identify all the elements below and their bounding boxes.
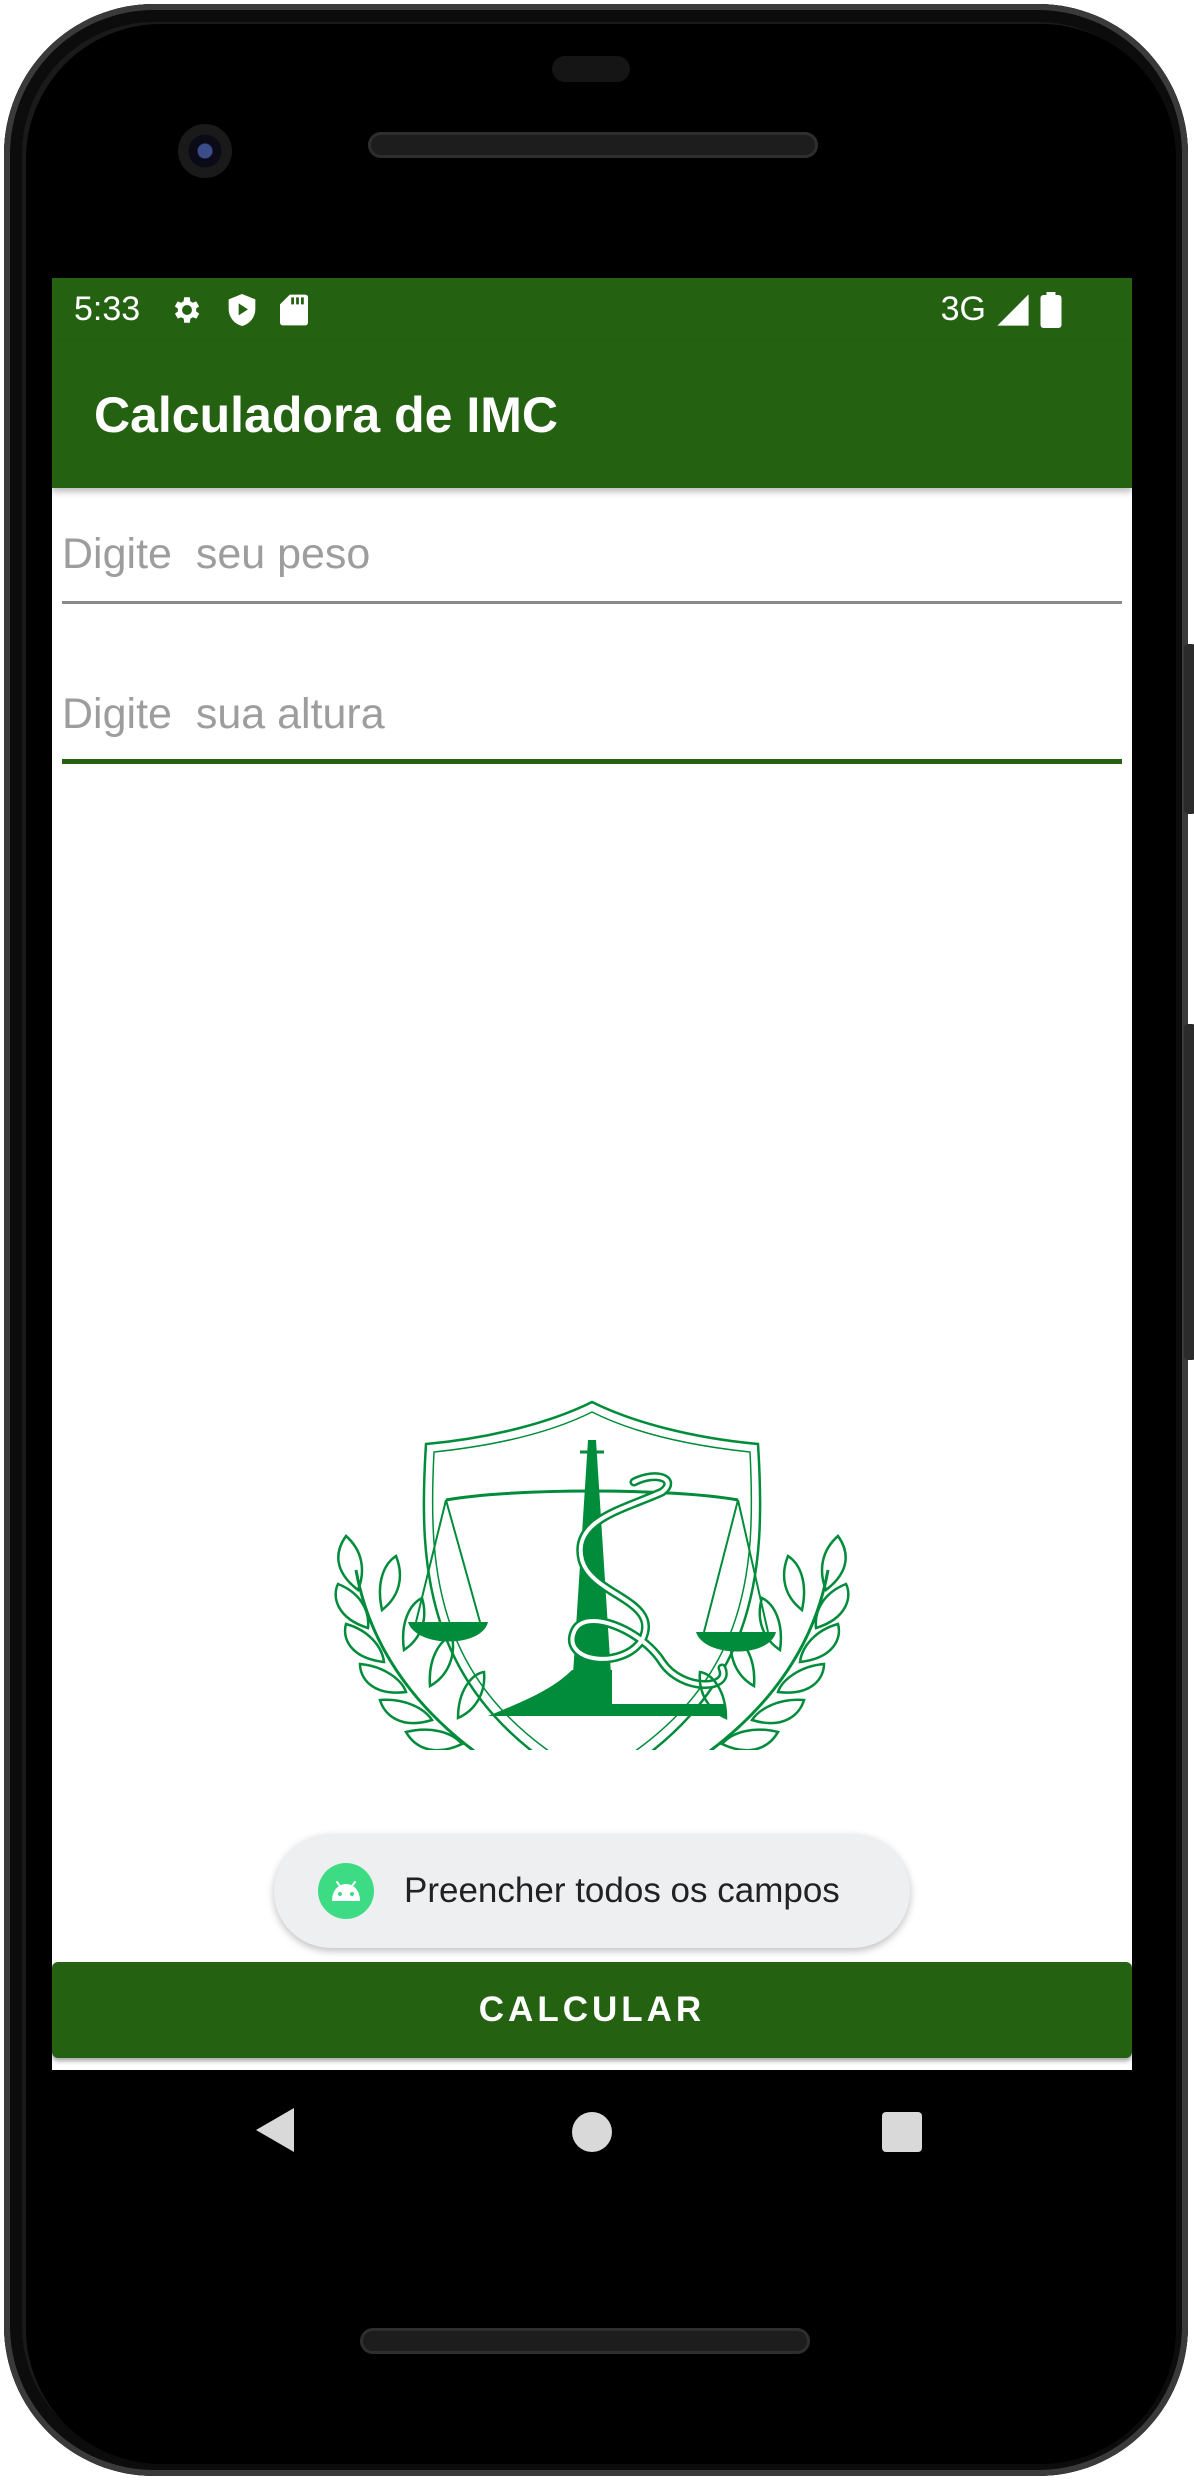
toast: Preencher todos os campos: [274, 1834, 910, 1948]
signal-icon: [997, 293, 1029, 326]
phone-frame: 5:33 3G Calculadora de IMC Digite seu pe…: [0, 0, 1194, 2480]
back-icon[interactable]: [254, 2106, 296, 2154]
front-camera: [178, 124, 232, 178]
battery-icon: [1040, 291, 1062, 328]
height-input-underline: [62, 759, 1122, 764]
weight-input[interactable]: [62, 514, 1122, 594]
volume-button: [1184, 1024, 1194, 1360]
app-bar: Calculadora de IMC: [52, 342, 1132, 488]
calculate-button[interactable]: CALCULAR: [52, 1962, 1132, 2058]
sd-card-icon: [280, 294, 308, 326]
base: [488, 1670, 612, 1716]
status-time: 5:33: [74, 290, 141, 328]
right-pan-strings: [703, 1499, 769, 1633]
proximity-sensor: [552, 56, 630, 82]
medicine-law-emblem: [322, 1400, 862, 1750]
left-laurel-leaves: [334, 1534, 486, 1750]
settings-icon: [174, 297, 200, 323]
height-input[interactable]: [62, 674, 1122, 754]
toast-message: Preencher todos os campos: [404, 1871, 840, 1910]
home-icon[interactable]: [572, 2112, 612, 2152]
emblem-graphic: [334, 1400, 850, 1750]
power-button: [1184, 644, 1194, 814]
navigation-bar: [52, 2070, 1132, 2200]
shield-play-icon: [228, 294, 256, 326]
recents-icon[interactable]: [882, 2112, 922, 2152]
status-bar: 5:33 3G: [52, 278, 1132, 342]
network-type: 3G: [940, 290, 986, 328]
status-notification-icons: [170, 292, 308, 328]
earpiece-speaker: [368, 132, 818, 158]
height-field[interactable]: [62, 674, 1122, 764]
app-title: Calculadora de IMC: [94, 387, 558, 443]
bottom-speaker: [360, 2328, 810, 2354]
right-pan: [696, 1632, 776, 1652]
weight-field[interactable]: [62, 514, 1122, 604]
status-system-icons: 3G: [941, 290, 1062, 329]
left-pan-strings: [415, 1499, 481, 1623]
weight-input-underline: [62, 601, 1122, 604]
android-icon: [318, 1863, 374, 1919]
screen: 5:33 3G Calculadora de IMC Digite seu pe…: [52, 278, 1132, 2070]
